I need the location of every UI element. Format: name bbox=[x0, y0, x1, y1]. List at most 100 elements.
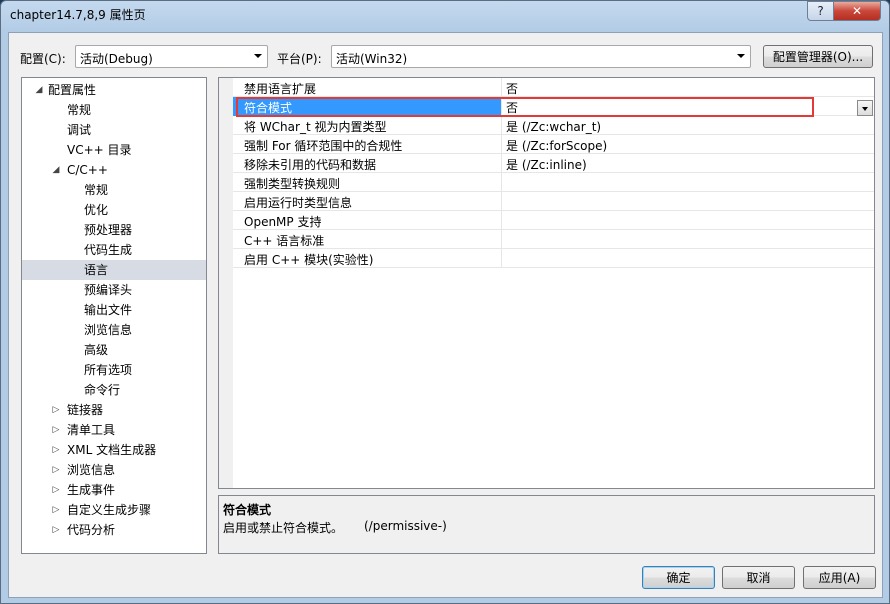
description-panel: 符合模式 启用或禁止符合模式。 (/permissive-) bbox=[218, 495, 875, 554]
tree-item[interactable]: 输出文件 bbox=[22, 300, 206, 320]
tree-item[interactable]: 常规 bbox=[22, 180, 206, 200]
tree-item-label: 调试 bbox=[67, 123, 92, 137]
column-divider[interactable] bbox=[501, 116, 502, 135]
description-option: (/permissive-) bbox=[364, 519, 447, 533]
value-dropdown-button[interactable] bbox=[857, 100, 873, 116]
tree-item-label: 链接器 bbox=[67, 403, 104, 417]
column-divider[interactable] bbox=[501, 135, 502, 154]
cancel-button-label: 取消 bbox=[746, 571, 771, 585]
tree-item-label: 浏览信息 bbox=[84, 323, 133, 337]
expand-arrow-icon[interactable]: ▷ bbox=[51, 400, 61, 420]
tree-item-label: 预编译头 bbox=[84, 283, 133, 297]
description-title: 符合模式 bbox=[223, 503, 272, 517]
expand-arrow-icon[interactable]: ▷ bbox=[51, 500, 61, 520]
tree-item-label: 命令行 bbox=[84, 383, 121, 397]
tree-item[interactable]: 代码生成 bbox=[22, 240, 206, 260]
tree-item[interactable]: 浏览信息 bbox=[22, 320, 206, 340]
tree-item-label: 配置属性 bbox=[48, 83, 97, 97]
tree-item-label: 代码分析 bbox=[67, 523, 116, 537]
close-button[interactable]: ✕ bbox=[833, 1, 881, 21]
window-title: chapter14.7,8,9 属性页 bbox=[10, 8, 146, 22]
property-name: 启用 C++ 模块(实验性) bbox=[244, 253, 374, 267]
collapse-arrow-icon[interactable]: ◢ bbox=[51, 160, 61, 180]
property-row[interactable]: 禁用语言扩展 否 bbox=[233, 78, 874, 97]
cancel-button[interactable]: 取消 bbox=[722, 566, 795, 589]
tree-item[interactable]: ◢ 配置属性 bbox=[22, 80, 206, 100]
property-row[interactable]: 启用运行时类型信息 bbox=[233, 192, 874, 211]
tree-item[interactable]: VC++ 目录 bbox=[22, 140, 206, 160]
column-divider[interactable] bbox=[501, 249, 502, 268]
config-select[interactable]: 活动(Debug) bbox=[75, 45, 268, 68]
property-row[interactable]: 启用 C++ 模块(实验性) bbox=[233, 249, 874, 268]
tree-item[interactable]: ▷ 自定义生成步骤 bbox=[22, 500, 206, 520]
help-button[interactable]: ? bbox=[807, 1, 834, 21]
tree-item[interactable]: ▷ 代码分析 bbox=[22, 520, 206, 540]
property-row[interactable]: 强制 For 循环范围中的合规性 是 (/Zc:forScope) bbox=[233, 135, 874, 154]
apply-button[interactable]: 应用(A) bbox=[803, 566, 876, 589]
tree-item-label: 常规 bbox=[67, 103, 92, 117]
tree-item[interactable]: 所有选项 bbox=[22, 360, 206, 380]
tree-item[interactable]: 高级 bbox=[22, 340, 206, 360]
tree-item-label: 预处理器 bbox=[84, 223, 133, 237]
tree-item[interactable]: 命令行 bbox=[22, 380, 206, 400]
platform-select-value: 活动(Win32) bbox=[336, 52, 408, 66]
property-row[interactable]: 移除未引用的代码和数据 是 (/Zc:inline) bbox=[233, 154, 874, 173]
column-divider[interactable] bbox=[501, 173, 502, 192]
tree-item[interactable]: 常规 bbox=[22, 100, 206, 120]
config-manager-button[interactable]: 配置管理器(O)... bbox=[763, 45, 873, 68]
column-divider[interactable] bbox=[501, 230, 502, 249]
tree-item[interactable]: ▷ XML 文档生成器 bbox=[22, 440, 206, 460]
tree-item[interactable]: 语言 bbox=[22, 260, 206, 280]
property-name: 将 WChar_t 视为内置类型 bbox=[244, 120, 387, 134]
property-value: 否 bbox=[506, 82, 519, 96]
collapse-arrow-icon[interactable]: ◢ bbox=[34, 80, 44, 100]
property-name: 禁用语言扩展 bbox=[244, 82, 317, 96]
tree-item[interactable]: 预编译头 bbox=[22, 280, 206, 300]
expand-arrow-icon[interactable]: ▷ bbox=[51, 520, 61, 540]
config-select-value: 活动(Debug) bbox=[80, 52, 153, 66]
annotation-highlight-box bbox=[236, 97, 814, 117]
property-row[interactable]: C++ 语言标准 bbox=[233, 230, 874, 249]
description-text: 启用或禁止符合模式。 bbox=[223, 521, 344, 535]
tree-item[interactable]: ◢ C/C++ bbox=[22, 160, 206, 180]
help-icon: ? bbox=[817, 4, 824, 18]
title-bar[interactable]: chapter14.7,8,9 属性页 ? ✕ bbox=[1, 1, 889, 33]
property-value: 是 (/Zc:wchar_t) bbox=[506, 120, 602, 134]
tree-item[interactable]: ▷ 清单工具 bbox=[22, 420, 206, 440]
tree-item[interactable]: ▷ 链接器 bbox=[22, 400, 206, 420]
tree-item-label: 语言 bbox=[84, 263, 109, 277]
category-tree[interactable]: ◢ 配置属性 常规 调试 VC++ 目录 ◢ C/C++ 常规 优化 预处理器 代码生成 语言 预编译头… bbox=[21, 77, 207, 554]
expand-arrow-icon[interactable]: ▷ bbox=[51, 480, 61, 500]
tree-item[interactable]: 预处理器 bbox=[22, 220, 206, 240]
property-row[interactable]: OpenMP 支持 bbox=[233, 211, 874, 230]
tree-item-label: VC++ 目录 bbox=[67, 143, 132, 157]
tree-item-label: 高级 bbox=[84, 343, 109, 357]
tree-item-label: 常规 bbox=[84, 183, 109, 197]
expand-arrow-icon[interactable]: ▷ bbox=[51, 440, 61, 460]
tree-item[interactable]: ▷ 浏览信息 bbox=[22, 460, 206, 480]
property-name: 强制 For 循环范围中的合规性 bbox=[244, 139, 403, 153]
ok-button[interactable]: 确定 bbox=[642, 566, 715, 589]
tree-item-label: C/C++ bbox=[67, 163, 108, 177]
tree-item-label: 代码生成 bbox=[84, 243, 133, 257]
config-label: 配置(C): bbox=[20, 52, 66, 66]
property-grid[interactable]: 禁用语言扩展否符合模式否将 WChar_t 视为内置类型是 (/Zc:wchar… bbox=[218, 77, 875, 489]
property-row[interactable]: 将 WChar_t 视为内置类型 是 (/Zc:wchar_t) bbox=[233, 116, 874, 135]
tree-item-label: 优化 bbox=[84, 203, 109, 217]
chevron-down-icon bbox=[737, 54, 745, 58]
platform-select[interactable]: 活动(Win32) bbox=[331, 45, 751, 68]
column-divider[interactable] bbox=[501, 154, 502, 173]
property-value: 是 (/Zc:forScope) bbox=[506, 139, 608, 153]
tree-item[interactable]: 调试 bbox=[22, 120, 206, 140]
dialog-client: 配置(C): 活动(Debug) 平台(P): 活动(Win32) 配置管理器(… bbox=[8, 32, 883, 598]
tree-item-label: 清单工具 bbox=[67, 423, 116, 437]
tree-item[interactable]: ▷ 生成事件 bbox=[22, 480, 206, 500]
property-name: OpenMP 支持 bbox=[244, 215, 322, 229]
column-divider[interactable] bbox=[501, 211, 502, 230]
property-row[interactable]: 强制类型转换规则 bbox=[233, 173, 874, 192]
column-divider[interactable] bbox=[501, 78, 502, 97]
expand-arrow-icon[interactable]: ▷ bbox=[51, 420, 61, 440]
expand-arrow-icon[interactable]: ▷ bbox=[51, 460, 61, 480]
tree-item[interactable]: 优化 bbox=[22, 200, 206, 220]
column-divider[interactable] bbox=[501, 192, 502, 211]
